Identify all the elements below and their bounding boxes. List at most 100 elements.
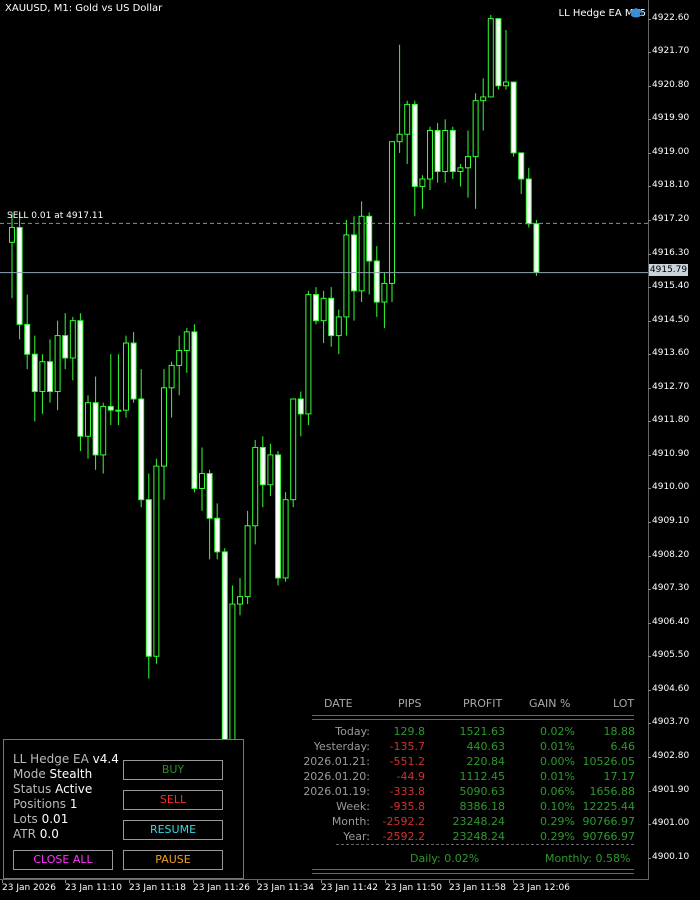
- candle-body: [191, 331, 198, 489]
- panel-title: LL Hedge EA: [13, 752, 89, 766]
- lots-row: Lots 0.01: [13, 812, 68, 827]
- candle-body: [518, 152, 525, 180]
- positions-row: Positions 1: [13, 797, 77, 812]
- candle-body: [153, 465, 160, 657]
- stats-cell-profit: 1521.63: [459, 725, 506, 738]
- candle-body: [221, 551, 228, 750]
- price-tick-label: 4911.80: [647, 415, 690, 426]
- stats-cell-profit: 8386.18: [459, 800, 506, 813]
- stats-cell-date: Month:: [331, 815, 370, 828]
- candle-body: [381, 282, 388, 303]
- stats-cell-lot: 10526.05: [582, 755, 636, 768]
- candle-body: [503, 81, 509, 87]
- candles-group: [9, 14, 540, 765]
- candle-body: [161, 387, 167, 467]
- stats-row: 2026.01.21: -551.2 220.84 0.00% 10526.05: [300, 755, 645, 769]
- candle-body: [419, 178, 426, 187]
- stats-cell-pips: -135.7: [389, 740, 425, 753]
- stats-cell-pips: -44.9: [396, 770, 425, 783]
- price-tick-label: 4910.90: [647, 448, 690, 459]
- stats-separator-bottom: [312, 869, 634, 874]
- time-tick-label: 23 Jan 2026: [2, 880, 56, 893]
- time-tick-label: 23 Jan 11:10: [65, 880, 122, 893]
- pause-button[interactable]: PAUSE: [123, 850, 223, 870]
- monthly-gain: Monthly: 0.58%: [545, 852, 631, 865]
- price-tick-label: 4910.00: [647, 482, 690, 493]
- candle-body: [335, 316, 342, 337]
- stats-cell-profit: 220.84: [466, 755, 506, 768]
- stats-row: Yesterday: -135.7 440.63 0.01% 6.46: [300, 740, 645, 754]
- price-tick-label: 4907.30: [647, 583, 690, 594]
- time-axis: 23 Jan 2026 23 Jan 11:10 23 Jan 11:18 23 Ja…: [0, 880, 648, 900]
- stats-cell-profit: 1112.45: [459, 770, 506, 783]
- stats-cell-gain: 0.01%: [540, 770, 575, 783]
- stats-cell-profit: 23248.24: [452, 830, 506, 843]
- price-tick-label: 4918.10: [647, 180, 690, 191]
- candle-body: [100, 405, 107, 456]
- price-tick-label: 4914.50: [647, 314, 690, 325]
- price-tick-label: 4919.90: [647, 113, 690, 124]
- stats-cell-gain: 0.02%: [540, 725, 575, 738]
- price-tick-label: 4902.80: [647, 750, 690, 761]
- stats-cell-profit: 23248.24: [452, 815, 506, 828]
- time-tick-label: 23 Jan 11:18: [129, 880, 186, 893]
- buy-button[interactable]: BUY: [123, 760, 223, 780]
- candle-body: [487, 18, 494, 98]
- bid-price-label: 4915.79: [649, 264, 688, 276]
- price-tick-label: 4917.20: [647, 214, 690, 224]
- stats-cell-date: 2026.01.20:: [303, 770, 370, 783]
- candle-body: [411, 103, 418, 187]
- header-lot: LOT: [613, 697, 635, 710]
- mode-label: Mode: [13, 767, 46, 781]
- price-tick-label: 4922.60: [647, 12, 690, 23]
- price-tick-label: 4901.90: [647, 784, 690, 795]
- positions-value: 1: [69, 797, 78, 811]
- price-tick-label: 4900.10: [647, 851, 690, 862]
- sell-button[interactable]: SELL: [123, 790, 223, 810]
- candle-body: [214, 517, 221, 553]
- stats-row: 2026.01.20: -44.9 1112.45 0.01% 17.17: [300, 770, 645, 784]
- stats-cell-date: Yesterday:: [313, 740, 370, 753]
- candle-body: [115, 409, 122, 412]
- chart-symbol-title: XAUUSD, M1: Gold vs US Dollar: [5, 3, 163, 14]
- stats-cell-pips: -2592.2: [382, 815, 425, 828]
- time-tick-label: 23 Jan 11:34: [257, 880, 314, 893]
- candle-body: [168, 364, 175, 389]
- candle-body: [449, 130, 456, 173]
- status-row: Status Active: [13, 782, 92, 797]
- candle-body: [533, 223, 540, 273]
- price-tick-label: 4909.10: [647, 516, 690, 527]
- candle-body: [85, 402, 91, 437]
- time-tick-label: 23 Jan 12:06: [513, 880, 570, 893]
- time-tick-label: 23 Jan 11:58: [449, 880, 506, 893]
- stats-separator-top: [312, 715, 634, 720]
- resume-button[interactable]: RESUME: [123, 820, 223, 840]
- candle-body: [320, 297, 327, 322]
- candle-body: [282, 499, 289, 579]
- close-all-button[interactable]: CLOSE ALL: [13, 850, 113, 870]
- price-tick-label: 4903.70: [647, 717, 690, 728]
- candle-body: [47, 361, 53, 393]
- price-tick-label: 4919.00: [647, 146, 690, 157]
- candle-body: [290, 398, 297, 501]
- stats-cell-pips: -2592.2: [382, 830, 425, 843]
- panel-title-row: LL Hedge EA v4.4: [13, 752, 119, 767]
- header-date: DATE: [324, 697, 353, 710]
- candle-body: [123, 342, 129, 411]
- price-tick-label: 4905.50: [647, 650, 690, 661]
- stats-row: 2026.01.19: -333.8 5090.63 0.06% 1656.88: [300, 785, 645, 799]
- candle-body: [259, 446, 266, 486]
- stats-cell-gain: 0.29%: [540, 815, 575, 828]
- header-profit: PROFIT: [463, 697, 503, 710]
- candle-body: [465, 156, 471, 169]
- stats-cell-date: Today:: [335, 725, 370, 738]
- candle-body: [343, 234, 350, 318]
- candle-body: [145, 499, 152, 657]
- candle-body: [107, 405, 114, 411]
- mode-row: Mode Stealth: [13, 767, 92, 782]
- candle-body: [39, 361, 46, 393]
- candle-body: [305, 294, 312, 415]
- stats-cell-pips: 129.8: [393, 725, 426, 738]
- candle-body: [328, 297, 335, 337]
- stats-cell-date: 2026.01.19:: [303, 785, 370, 798]
